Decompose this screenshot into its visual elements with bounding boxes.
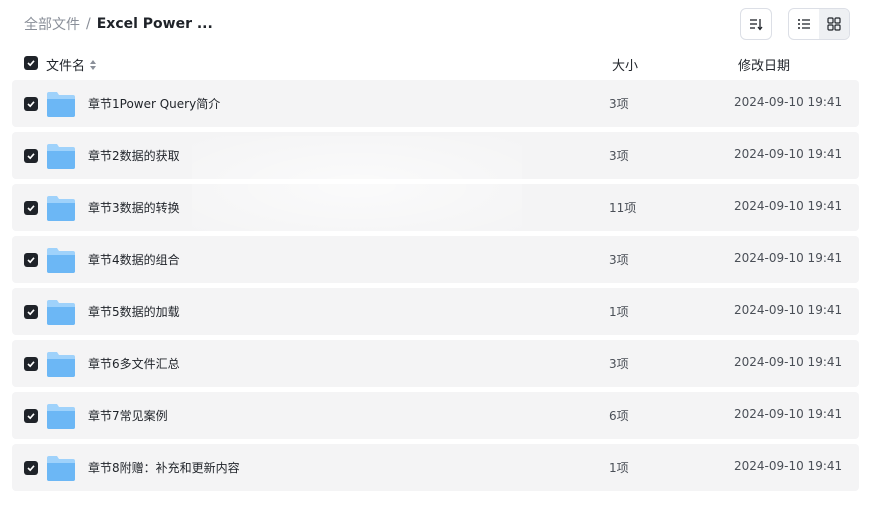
check-icon: [27, 361, 35, 368]
folder-icon: [47, 456, 75, 481]
row-checkbox[interactable]: [24, 149, 38, 163]
check-icon: [27, 205, 35, 212]
view-toggle: [788, 8, 850, 40]
breadcrumb-separator: /: [86, 16, 91, 32]
sort-toggle-icon: [90, 59, 97, 70]
select-all-checkbox[interactable]: [24, 56, 38, 70]
row-size: 3项: [609, 253, 629, 267]
table-row[interactable]: 章节8附赠：补充和更新内容 1项 2024-09-10 19:41: [12, 444, 859, 491]
breadcrumb-current: Excel Power ...: [96, 16, 213, 32]
table-header: 文件名 大小 修改日期: [12, 52, 859, 76]
grid-view-button[interactable]: [819, 9, 849, 39]
sort-icon: [750, 19, 763, 31]
top-bar: 全部文件 / Excel Power ...: [0, 0, 874, 48]
table-row[interactable]: 章节6多文件汇总 3项 2024-09-10 19:41: [12, 340, 859, 387]
breadcrumb: 全部文件 / Excel Power ...: [24, 14, 213, 34]
row-checkbox[interactable]: [24, 305, 38, 319]
row-size: 11项: [609, 201, 637, 215]
list-view-icon: [798, 19, 810, 29]
row-checkbox[interactable]: [24, 461, 38, 475]
row-name: 章节4数据的组合: [88, 253, 180, 267]
row-name: 章节3数据的转换: [88, 201, 180, 215]
row-date: 2024-09-10 19:41: [734, 303, 843, 317]
row-checkbox[interactable]: [24, 201, 38, 215]
row-checkbox[interactable]: [24, 97, 38, 111]
folder-icon: [47, 248, 75, 273]
row-name: 章节1Power Query简介: [88, 97, 221, 111]
folder-icon: [47, 196, 75, 221]
check-icon: [27, 153, 35, 160]
header-name[interactable]: 文件名: [46, 55, 97, 74]
row-date: 2024-09-10 19:41: [734, 459, 843, 473]
check-icon: [27, 309, 35, 316]
row-date: 2024-09-10 19:41: [734, 407, 843, 421]
check-icon: [27, 60, 35, 67]
grid-view-icon: [827, 17, 841, 31]
table-row[interactable]: 章节3数据的转换 11项 2024-09-10 19:41: [12, 184, 859, 231]
row-size: 3项: [609, 149, 629, 163]
row-date: 2024-09-10 19:41: [734, 147, 843, 161]
row-checkbox[interactable]: [24, 253, 38, 267]
row-name: 章节5数据的加载: [88, 305, 180, 319]
row-name: 章节7常见案例: [88, 409, 168, 423]
header-name-label: 文件名: [46, 59, 86, 74]
row-size: 1项: [609, 305, 629, 319]
row-date: 2024-09-10 19:41: [734, 355, 843, 369]
folder-icon: [47, 300, 75, 325]
row-size: 3项: [609, 357, 629, 371]
row-date: 2024-09-10 19:41: [734, 199, 843, 213]
row-checkbox[interactable]: [24, 357, 38, 371]
header-date: 修改日期: [738, 59, 791, 74]
row-size: 1项: [609, 461, 629, 475]
table-row[interactable]: 章节7常见案例 6项 2024-09-10 19:41: [12, 392, 859, 439]
check-icon: [27, 413, 35, 420]
table-row[interactable]: 章节4数据的组合 3项 2024-09-10 19:41: [12, 236, 859, 283]
row-name: 章节6多文件汇总: [88, 357, 180, 371]
sort-button[interactable]: [740, 8, 772, 40]
row-date: 2024-09-10 19:41: [734, 95, 843, 109]
folder-icon: [47, 404, 75, 429]
folder-icon: [47, 92, 75, 117]
check-icon: [27, 257, 35, 264]
row-name: 章节8附赠：补充和更新内容: [88, 461, 240, 475]
header-size: 大小: [612, 59, 639, 74]
folder-icon: [47, 144, 75, 169]
check-icon: [27, 465, 35, 472]
table-row[interactable]: 章节2数据的获取 3项 2024-09-10 19:41: [12, 132, 859, 179]
folder-icon: [47, 352, 75, 377]
table-row[interactable]: 章节1Power Query简介 3项 2024-09-10 19:41: [12, 80, 859, 127]
check-icon: [27, 101, 35, 108]
row-name: 章节2数据的获取: [88, 149, 180, 163]
list-view-button[interactable]: [789, 9, 819, 39]
file-list: 章节1Power Query简介 3项 2024-09-10 19:41 章节2…: [12, 80, 859, 496]
table-row[interactable]: 章节5数据的加载 1项 2024-09-10 19:41: [12, 288, 859, 335]
breadcrumb-root[interactable]: 全部文件: [24, 14, 80, 34]
row-checkbox[interactable]: [24, 409, 38, 423]
row-date: 2024-09-10 19:41: [734, 251, 843, 265]
row-size: 3项: [609, 97, 629, 111]
row-size: 6项: [609, 409, 629, 423]
